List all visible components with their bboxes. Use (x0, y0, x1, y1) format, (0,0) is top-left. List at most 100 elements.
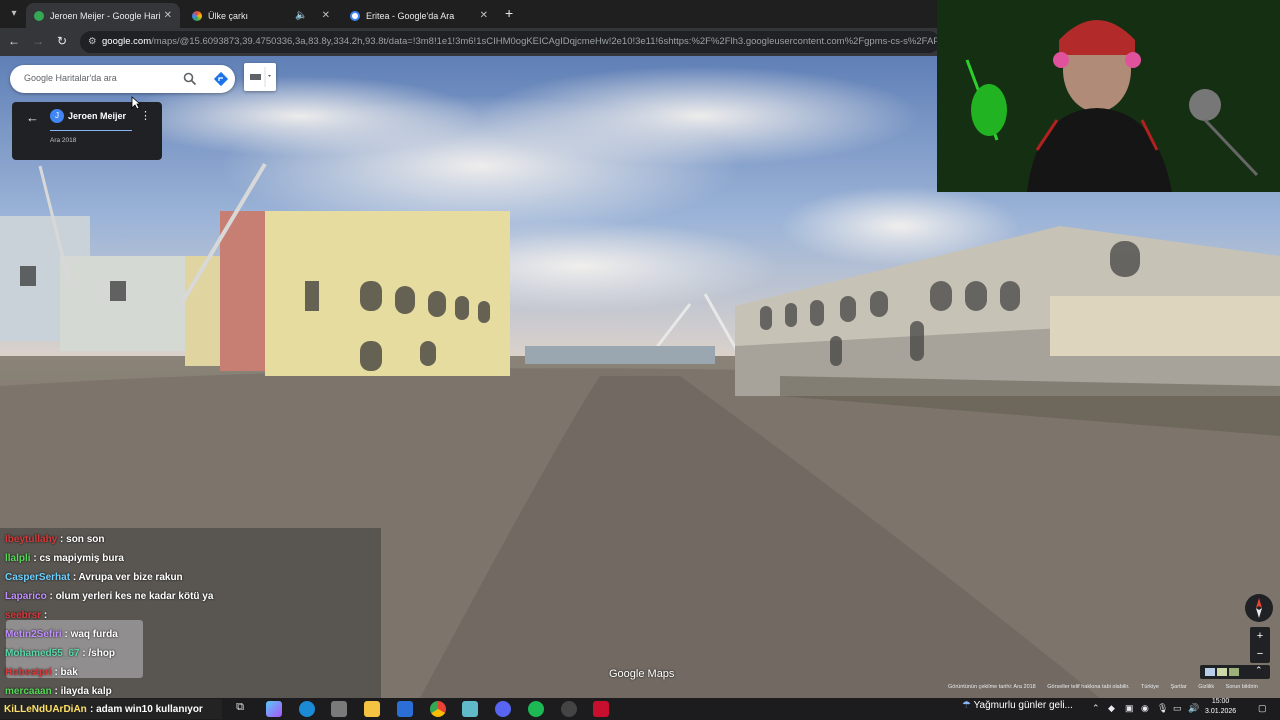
chat-text: : olum yerleri kes ne kadar kötü ya (49, 591, 214, 602)
chat-text: : waq furda (64, 629, 118, 640)
back-arrow-icon[interactable]: ← (6, 34, 22, 48)
directions-icon[interactable] (213, 71, 229, 87)
search-placeholder: Google Haritalar'da ara (24, 73, 117, 83)
chat-message: Hobestpri : bak (5, 667, 78, 678)
close-tab-icon[interactable]: ✕ (480, 10, 488, 21)
satellite-thumb-icon (1229, 668, 1239, 676)
chat-text: : ilayda kalp (54, 686, 112, 697)
google-favicon-icon (350, 10, 360, 21)
footer-feedback-link[interactable]: Sorun bildirin (1226, 684, 1258, 690)
url-path: /maps/@15.6093873,39.4750336,3a,83.8y,33… (151, 36, 940, 47)
site-info-icon[interactable]: ⚙ (88, 31, 102, 53)
webcam-overlay (937, 0, 1280, 192)
chat-message: Laparico : olum yerleri kes ne kadar köt… (5, 591, 213, 602)
chat-ticker: KiLLeNdUArDiAn : adam win10 kullanıyor (0, 699, 222, 719)
capture-date[interactable]: Ara 2018 (50, 137, 76, 144)
chat-text: : bak (54, 667, 78, 678)
tab-eritea-search[interactable]: Eritea - Google'da Ara ✕ (342, 3, 496, 28)
stream-app-icon[interactable] (593, 701, 609, 717)
rain-icon: ☂ (962, 700, 971, 711)
task-view-icon[interactable]: ⧉ (232, 701, 248, 717)
map-thumb-icon (1205, 668, 1215, 676)
tab-search-icon[interactable]: ▾ (6, 6, 22, 22)
chat-username: CasperSerhat (5, 572, 71, 583)
app-icon[interactable] (462, 701, 478, 717)
maps-favicon-icon (34, 10, 44, 21)
chat-text: : /shop (82, 648, 116, 659)
copilot-icon[interactable] (266, 701, 282, 717)
discord-icon[interactable] (495, 701, 511, 717)
chat-username: Mohamed55_67 (5, 648, 80, 659)
tab-title: Eritea - Google'da Ara (366, 10, 455, 21)
divider (50, 130, 132, 131)
forward-arrow-icon[interactable]: → (30, 34, 46, 48)
store-icon[interactable] (331, 701, 347, 717)
chat-message: Ibeytullahy : son son (5, 534, 104, 545)
close-tab-icon[interactable]: ✕ (322, 10, 330, 21)
edge-icon[interactable] (299, 701, 315, 717)
chat-username: Hobestpri (5, 667, 52, 678)
chrome-icon[interactable] (430, 701, 446, 717)
chat-username: Metin2Sefiri (5, 629, 62, 640)
ticker-text: : adam win10 kullanıyor (90, 704, 203, 715)
footer-terms-link[interactable]: Şartlar (1171, 684, 1187, 690)
weather-widget[interactable]: ☂ Yağmurlu günler geli... (962, 700, 1073, 711)
notification-icon[interactable]: ▢ (1258, 703, 1267, 714)
chevron-up-icon[interactable]: ⌃ (1092, 703, 1100, 714)
chat-username: seebrsr (5, 610, 42, 621)
chat-message: Mohamed55_67 : /shop (5, 648, 115, 659)
spotify-icon[interactable] (528, 701, 544, 717)
input-tools-button[interactable] (244, 63, 276, 91)
avatar[interactable]: J (50, 109, 64, 123)
tray-app-icon[interactable]: ◉ (1141, 703, 1149, 714)
back-arrow-icon[interactable]: ← (26, 110, 39, 125)
chat-message: Metin2Sefiri : waq furda (5, 629, 118, 640)
chat-username: mercaaan (5, 686, 52, 697)
chat-text: : (43, 610, 48, 621)
search-icon[interactable] (182, 71, 198, 87)
keyboard-icon (250, 67, 271, 87)
speaker-icon[interactable]: 🔈 (295, 10, 307, 21)
chat-text: : Avrupa ver bize rakun (72, 572, 183, 583)
contributor-name[interactable]: Jeroen Meijer (68, 111, 126, 121)
chat-message: CasperSerhat : Avrupa ver bize rakun (5, 572, 183, 583)
close-tab-icon[interactable]: ✕ (164, 10, 172, 21)
compass-icon (1256, 598, 1262, 618)
chat-message: seebrsr : (5, 610, 47, 621)
maps-footer: Görüntünün çekilme tarihi: Ara 2018 Görs… (948, 684, 1280, 696)
clock-time: 15:00 (1211, 698, 1230, 705)
streamer-webcam-image (937, 0, 1280, 192)
chat-username: Ibeytullahy (5, 534, 58, 545)
address-bar[interactable]: ⚙ google.com/maps/@15.6093873,39.4750336,… (80, 31, 940, 53)
tab-title: Jeroen Meijer - Google Haritalar (50, 10, 160, 21)
microphone-icon[interactable]: 🎙 (1157, 703, 1168, 714)
chat-message: llalpli : cs mapiymiş bura (5, 553, 124, 564)
reload-icon[interactable]: ↻ (54, 34, 70, 48)
chat-message: mercaaan : ilayda kalp (5, 686, 112, 697)
mouse-cursor-icon (131, 96, 141, 110)
maps-search-box[interactable]: Google Haritalar'da ara (10, 65, 235, 93)
zoom-in-button[interactable]: + (1250, 627, 1270, 645)
tray-app-icon[interactable]: ▣ (1125, 703, 1134, 714)
more-options-icon[interactable]: ⋮ (140, 109, 151, 122)
obs-icon[interactable] (561, 701, 577, 717)
network-icon[interactable]: ▭ (1173, 703, 1182, 714)
file-explorer-icon[interactable] (364, 701, 380, 717)
minimap-toggle[interactable]: ⌃ (1200, 665, 1270, 679)
tab-google-maps[interactable]: Jeroen Meijer - Google Haritalar ✕ (26, 3, 180, 28)
clock-date: 3.01.2026 (1205, 708, 1237, 715)
ticker-username: KiLLeNdUArDiAn (4, 704, 87, 715)
chevron-up-icon: ⌃ (1255, 665, 1263, 675)
footer-privacy-link[interactable]: Gizlilik (1198, 684, 1214, 690)
mail-icon[interactable] (397, 701, 413, 717)
volume-icon[interactable]: 🔊 (1188, 703, 1199, 714)
compass-button[interactable] (1245, 594, 1273, 622)
terrain-thumb-icon (1217, 668, 1227, 676)
zoom-out-button[interactable]: − (1250, 645, 1270, 663)
url-host: google.com (102, 36, 152, 47)
system-clock[interactable]: 15:00 3.01.2026 (1205, 697, 1236, 717)
tray-app-icon[interactable]: ◆ (1108, 703, 1115, 714)
new-tab-icon[interactable]: + (505, 5, 513, 21)
tab-ulke-carki[interactable]: Ülke çarkı 🔈 ✕ (184, 3, 338, 28)
zoom-control: + − (1250, 627, 1270, 663)
